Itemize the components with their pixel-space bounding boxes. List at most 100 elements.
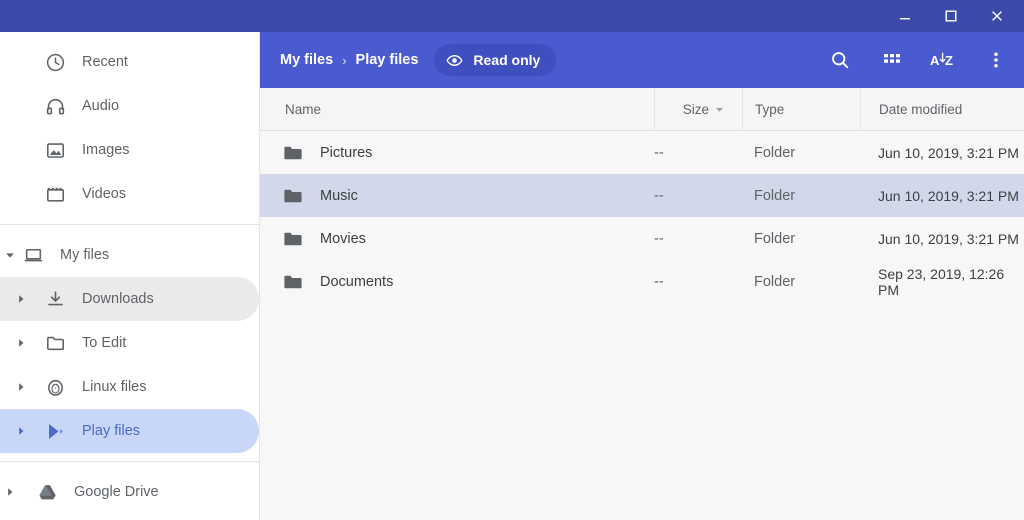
download-icon <box>38 289 72 310</box>
search-button[interactable] <box>820 40 860 80</box>
cell-size: -- <box>654 145 742 161</box>
search-icon <box>829 49 851 71</box>
folder-icon <box>282 142 304 164</box>
column-header-size[interactable]: Size <box>654 88 742 131</box>
close-button[interactable] <box>974 0 1020 32</box>
cell-size: -- <box>654 188 742 204</box>
files-app-window: Recent Audio <box>0 0 1024 520</box>
column-header-label: Name <box>285 102 321 117</box>
window-body: Recent Audio <box>0 32 1024 520</box>
title-bar <box>0 0 1024 32</box>
image-icon <box>38 140 72 161</box>
chevron-right-icon[interactable] <box>4 382 38 392</box>
maximize-button[interactable] <box>928 0 974 32</box>
chevron-right-icon[interactable] <box>4 294 38 304</box>
sidebar-item-label: Recent <box>72 54 128 70</box>
cell-name: Pictures <box>260 142 654 164</box>
sidebar-spacer <box>0 514 259 520</box>
cell-date-modified: Jun 10, 2019, 3:21 PM <box>860 188 1024 204</box>
svg-text:Z: Z <box>945 53 953 68</box>
headphones-icon <box>38 96 72 117</box>
more-options-button[interactable] <box>976 40 1016 80</box>
sidebar-item-to-edit[interactable]: To Edit <box>0 321 259 365</box>
sidebar-item-label: To Edit <box>72 335 126 351</box>
video-icon <box>38 184 72 205</box>
cell-date-modified: Sep 23, 2019, 12:26 PM <box>860 266 1024 298</box>
file-name-label: Music <box>320 188 358 204</box>
column-header-label: Size <box>683 102 709 117</box>
three-dots-vertical-icon <box>986 50 1006 70</box>
folder-icon <box>38 333 72 354</box>
file-name-label: Movies <box>320 231 366 247</box>
sidebar-item-google-drive[interactable]: Google Drive <box>0 470 259 514</box>
google-drive-icon <box>30 482 64 503</box>
sidebar-item-play-files[interactable]: Play files <box>0 409 259 453</box>
column-header-type[interactable]: Type <box>742 88 860 131</box>
cell-size: -- <box>654 231 742 247</box>
cell-name: Music <box>260 185 654 207</box>
column-header-name[interactable]: Name <box>260 88 654 131</box>
sidebar: Recent Audio <box>0 32 260 520</box>
main-panel: My files › Play files Read only <box>260 32 1024 520</box>
cell-type: Folder <box>742 188 860 204</box>
folder-icon <box>282 228 304 250</box>
play-store-icon <box>38 421 72 442</box>
breadcrumb-item-play-files[interactable]: Play files <box>356 52 419 68</box>
table-row[interactable]: Movies -- Folder Jun 10, 2019, 3:21 PM <box>260 217 1024 260</box>
chevron-right-icon[interactable] <box>4 487 16 497</box>
table-row[interactable]: Pictures -- Folder Jun 10, 2019, 3:21 PM <box>260 131 1024 174</box>
cell-type: Folder <box>742 145 860 161</box>
column-header-label: Date modified <box>879 102 962 117</box>
grid-view-button[interactable] <box>872 40 912 80</box>
cell-date-modified: Jun 10, 2019, 3:21 PM <box>860 231 1024 247</box>
folder-icon <box>282 271 304 293</box>
sort-az-button[interactable]: A Z <box>924 40 964 80</box>
file-list-header: Name Size Type Date modified <box>260 88 1024 131</box>
sidebar-item-label: Audio <box>72 98 119 114</box>
cell-name: Documents <box>260 271 654 293</box>
column-header-label: Type <box>755 102 784 117</box>
laptop-icon <box>16 245 50 266</box>
cell-name: Movies <box>260 228 654 250</box>
sidebar-item-label: Downloads <box>72 291 154 307</box>
sidebar-item-label: Google Drive <box>64 484 159 500</box>
table-row[interactable]: Documents -- Folder Sep 23, 2019, 12:26 … <box>260 260 1024 303</box>
read-only-badge: Read only <box>434 44 556 76</box>
eye-icon <box>446 52 463 69</box>
read-only-label: Read only <box>473 52 540 68</box>
chevron-down-icon[interactable] <box>4 250 16 260</box>
cell-type: Folder <box>742 231 860 247</box>
file-name-label: Pictures <box>320 145 372 161</box>
file-list-body: Pictures -- Folder Jun 10, 2019, 3:21 PM… <box>260 131 1024 520</box>
chevron-right-icon[interactable] <box>4 338 38 348</box>
sidebar-item-recent[interactable]: Recent <box>0 40 259 84</box>
sidebar-item-label: Videos <box>72 186 126 202</box>
sidebar-item-label: Images <box>72 142 130 158</box>
sidebar-item-my-files[interactable]: My files <box>0 233 259 277</box>
cell-type: Folder <box>742 274 860 290</box>
sidebar-item-images[interactable]: Images <box>0 128 259 172</box>
cell-size: -- <box>654 274 742 290</box>
sidebar-item-label: Play files <box>72 423 140 439</box>
sort-caret-down-icon <box>715 105 724 114</box>
toolbar: My files › Play files Read only <box>260 32 1024 88</box>
cell-date-modified: Jun 10, 2019, 3:21 PM <box>860 145 1024 161</box>
folder-icon <box>282 185 304 207</box>
sidebar-divider-1 <box>0 224 259 225</box>
clock-icon <box>38 52 72 73</box>
breadcrumb-separator-icon: › <box>342 53 346 68</box>
sidebar-item-audio[interactable]: Audio <box>0 84 259 128</box>
grid-icon <box>882 50 902 70</box>
minimize-button[interactable] <box>882 0 928 32</box>
sidebar-item-videos[interactable]: Videos <box>0 172 259 216</box>
sort-az-icon: A Z <box>929 50 959 70</box>
sidebar-divider-2 <box>0 461 259 462</box>
sidebar-item-linux-files[interactable]: Linux files <box>0 365 259 409</box>
chevron-right-icon[interactable] <box>4 426 38 436</box>
column-header-date-modified[interactable]: Date modified <box>860 88 1024 131</box>
breadcrumb-item-my-files[interactable]: My files <box>280 52 333 68</box>
table-row[interactable]: Music -- Folder Jun 10, 2019, 3:21 PM <box>260 174 1024 217</box>
sidebar-item-label: My files <box>50 247 109 263</box>
sidebar-item-downloads[interactable]: Downloads <box>0 277 259 321</box>
penguin-icon <box>38 377 72 398</box>
